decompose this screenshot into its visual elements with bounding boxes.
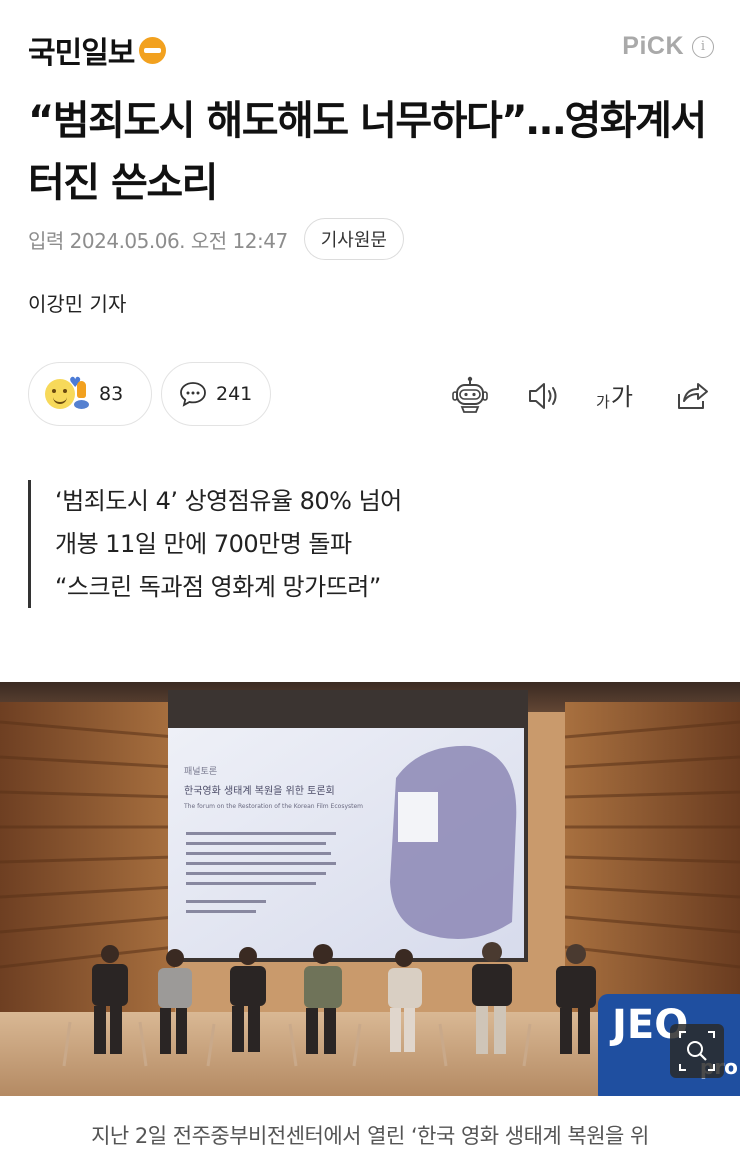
logo-text: 국민일보 (28, 36, 135, 71)
reporter-name[interactable]: 이강민 기자 (28, 288, 126, 317)
article-photo[interactable]: 패널토론 한국영화 생태계 복원을 위한 토론회 The forum on th… (0, 682, 740, 1096)
app-header: 국민일보 PiCK i (0, 0, 740, 92)
comment-count: 241 (216, 383, 253, 405)
original-article-button[interactable]: 기사원문 (303, 218, 404, 260)
zoom-icon[interactable] (670, 1024, 724, 1078)
photo-caption: 지난 2일 전주중부비전센터에서 열린 ‘한국 영화 생태계 복원을 위 (91, 1124, 649, 1148)
article-action-bar: ♥ 83 241 가 가 (0, 362, 740, 428)
screen-label: 패널토론 (184, 766, 217, 777)
subhead-line: ‘범죄도시 4’ 상영점유율 80% 넘어 (55, 487, 402, 515)
reaction-button[interactable]: ♥ 83 (28, 362, 152, 426)
screen-subtitle: The forum on the Restoration of the Kore… (183, 803, 363, 810)
article-headline: “범죄도시 해도해도 너무하다”…영화계서 터진 쓴소리 (28, 98, 707, 206)
font-size-small-label: 가 (596, 393, 610, 411)
surprise-emoji-icon (71, 379, 91, 409)
panel-discussion-photo: 패널토론 한국영화 생태계 복원을 위한 토론회 The forum on th… (0, 682, 740, 1096)
screen-heading: 한국영화 생태계 복원을 위한 토론회 (184, 784, 335, 797)
summary-bot-icon[interactable] (448, 374, 492, 418)
pick-label: PiCK (622, 32, 684, 60)
info-icon[interactable]: i (692, 35, 714, 58)
publish-date: 입력 2024.05.06. 오전 12:47 (28, 228, 288, 253)
speaker-icon[interactable] (522, 374, 566, 418)
kmib-logo-mark-icon (139, 36, 167, 64)
reaction-count: 83 (99, 383, 124, 405)
subhead-line: “스크린 독과점 영화계 망가뜨려” (55, 573, 381, 601)
subhead-line: 개봉 11일 만에 700만명 돌파 (55, 530, 352, 558)
press-logo[interactable]: 국민일보 (28, 28, 167, 72)
font-size-large-label: 가 (610, 383, 633, 411)
pick-badge[interactable]: PiCK i (622, 32, 714, 61)
comment-button[interactable]: 241 (161, 362, 271, 426)
article-meta: 입력 2024.05.06. 오전 12:47 기사원문 (28, 218, 404, 260)
comment-icon (180, 382, 206, 407)
article-subheads: ‘범죄도시 4’ 상영점유율 80% 넘어 개봉 11일 만에 700만명 돌파… (28, 480, 402, 608)
font-size-icon[interactable]: 가 가 (596, 374, 640, 418)
share-icon[interactable] (670, 374, 714, 418)
